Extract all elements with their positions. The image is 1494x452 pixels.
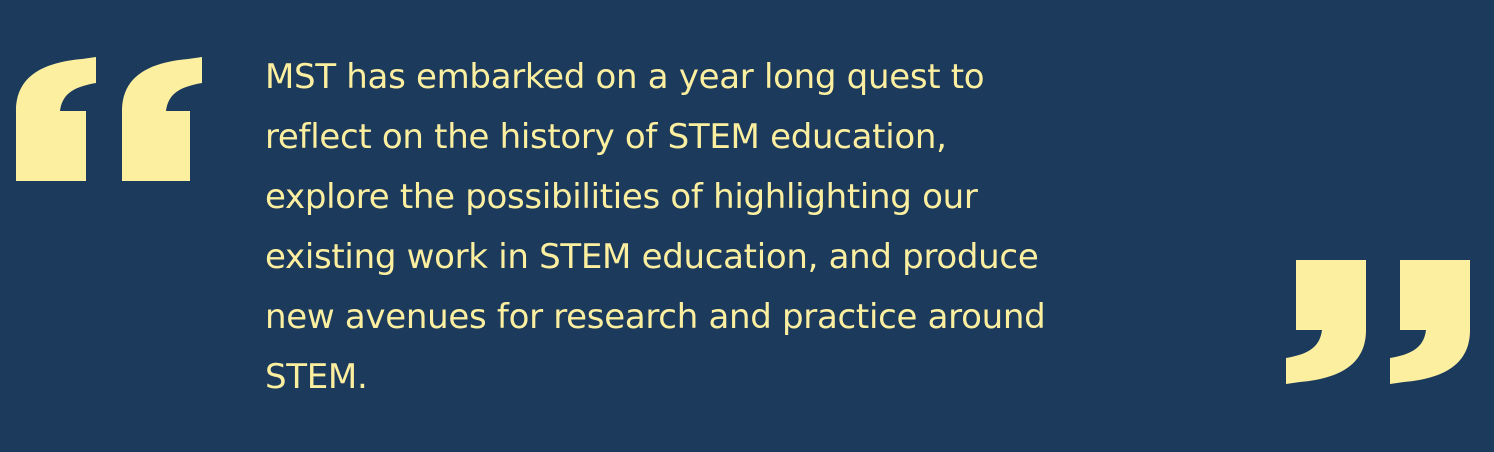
quote-line: STEM. xyxy=(265,357,368,397)
close-quote-mark-icon xyxy=(1282,258,1472,386)
quote-text: MST has embarked on a year long quest to… xyxy=(265,47,1225,407)
quote-line: MST has embarked on a year long quest to xyxy=(265,57,985,97)
quote-line: reflect on the history of STEM education… xyxy=(265,117,947,157)
quote-line: explore the possibilities of highlightin… xyxy=(265,177,978,217)
open-quote-mark-icon xyxy=(14,55,204,183)
quote-block: MST has embarked on a year long quest to… xyxy=(0,0,1494,452)
quote-line: new avenues for research and practice ar… xyxy=(265,297,1046,337)
quote-line: existing work in STEM education, and pro… xyxy=(265,237,1039,277)
